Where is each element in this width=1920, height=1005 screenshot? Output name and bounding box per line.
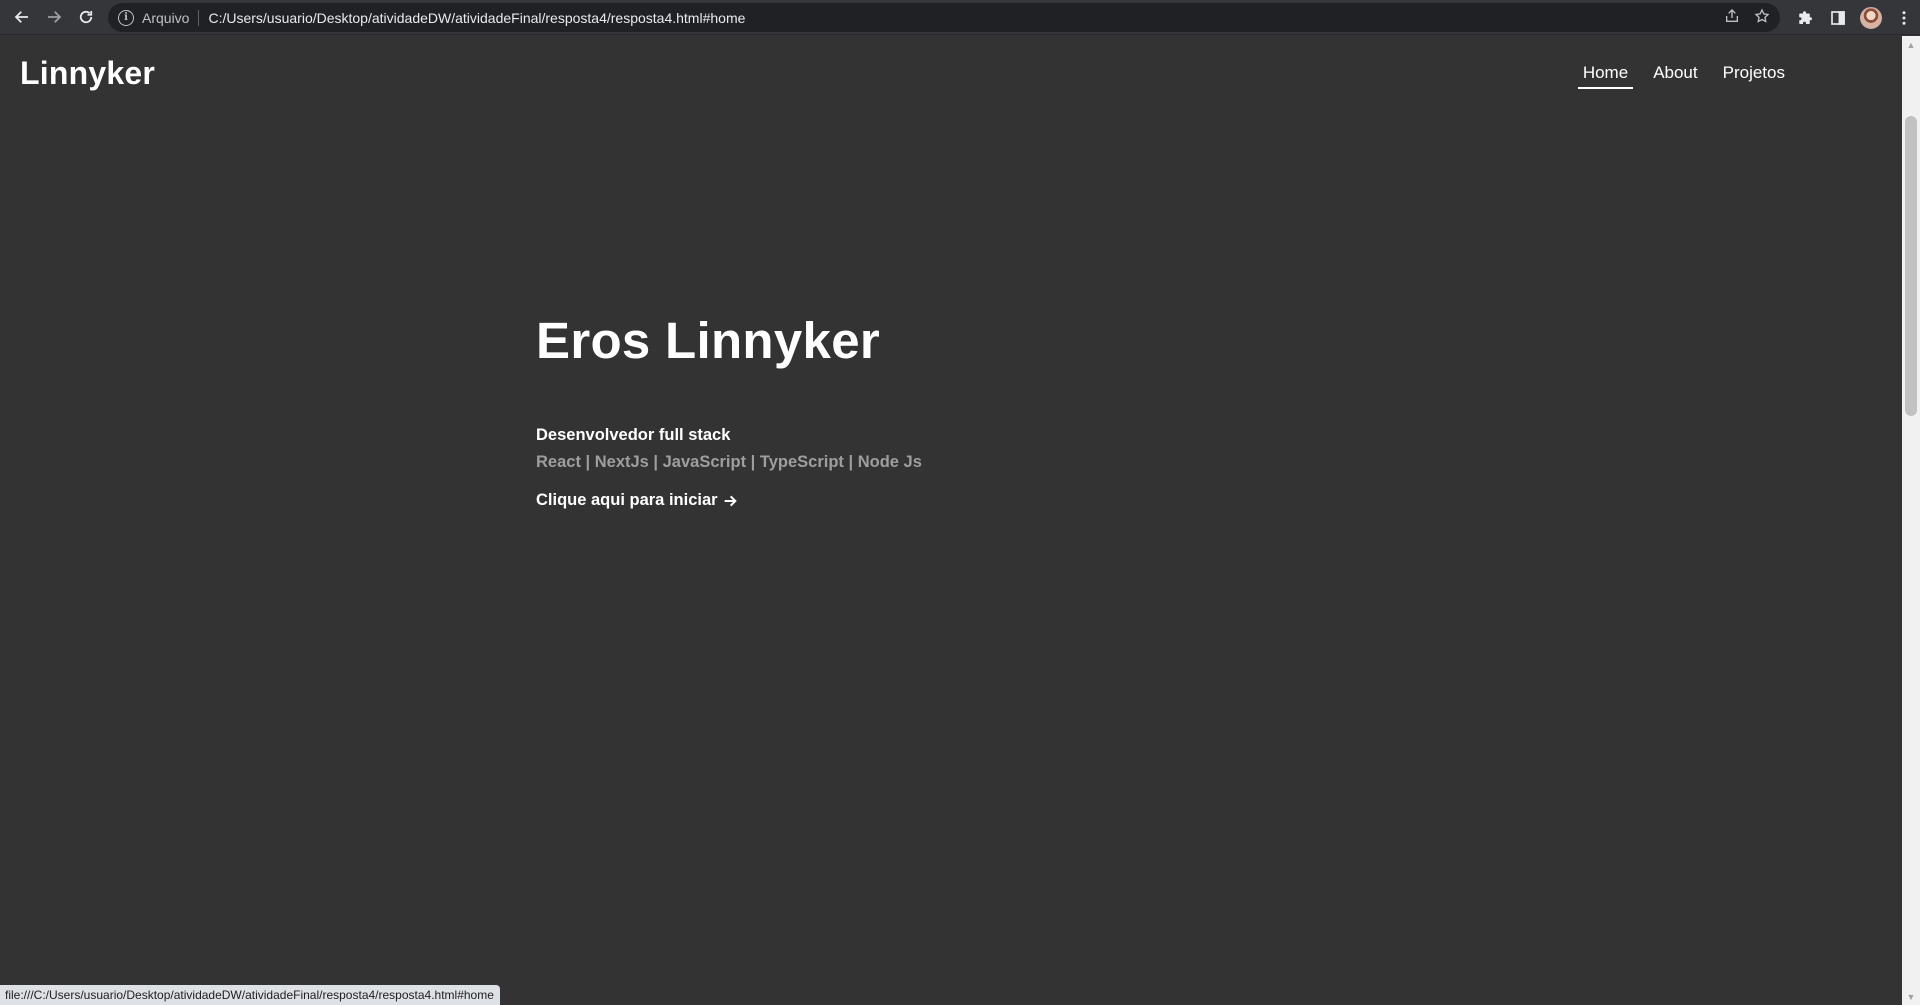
hero-section: Eros Linnyker Desenvolvedor full stack R… [536,311,922,510]
site-header: Linnyker Home About Projetos [0,36,1902,111]
extensions-puzzle-icon[interactable] [1796,8,1816,28]
back-button[interactable] [6,1,38,33]
profile-avatar[interactable] [1860,6,1882,29]
scroll-down-arrow-icon[interactable]: ▼ [1902,988,1920,1005]
browser-toolbar-actions [1796,0,1914,35]
hero-role: Desenvolvedor full stack [536,426,731,444]
start-link-label: Clique aqui para iniciar [536,491,718,509]
hero-title: Eros Linnyker [536,312,881,369]
web-page: Linnyker Home About Projetos Eros Linnyk… [0,36,1902,1005]
browser-toolbar: i Arquivo C:/Users/usuario/Desktop/ativi… [0,0,1920,35]
more-vertical-icon[interactable] [1894,8,1914,28]
site-logo[interactable]: Linnyker [20,55,155,92]
arrow-right-icon [724,495,737,506]
bookmark-star-icon[interactable] [1754,8,1770,27]
info-icon[interactable]: i [118,9,134,26]
reload-button[interactable] [70,1,102,33]
start-link[interactable]: Clique aqui para iniciar [536,491,738,510]
nav-link-projetos[interactable]: Projetos [1718,63,1790,89]
nav-link-about[interactable]: About [1648,63,1702,89]
omnibox-actions [1724,3,1770,32]
page-scrollbar[interactable]: ▲ ▼ [1902,36,1920,1005]
arrow-left-icon [14,11,28,23]
share-icon[interactable] [1724,8,1740,27]
scheme-label: Arquivo [142,9,190,26]
scroll-up-arrow-icon[interactable]: ▲ [1902,36,1920,53]
reload-icon [79,10,93,24]
arrow-right-icon [48,11,62,23]
omnibox-divider [198,9,200,26]
scrollbar-thumb[interactable] [1905,116,1917,416]
link-status-bubble: file:///C:/Users/usuario/Desktop/ativida… [0,985,500,1005]
nav-link-home[interactable]: Home [1577,63,1634,89]
main-nav: Home About Projetos [1577,63,1790,89]
side-panel-icon[interactable] [1828,8,1848,28]
url-text[interactable]: C:/Users/usuario/Desktop/atividadeDW/ati… [208,10,745,26]
hero-tech-stack: React | NextJs | JavaScript | TypeScript… [536,453,922,471]
forward-button[interactable] [38,1,70,33]
address-bar[interactable]: i Arquivo C:/Users/usuario/Desktop/ativi… [108,3,1780,32]
